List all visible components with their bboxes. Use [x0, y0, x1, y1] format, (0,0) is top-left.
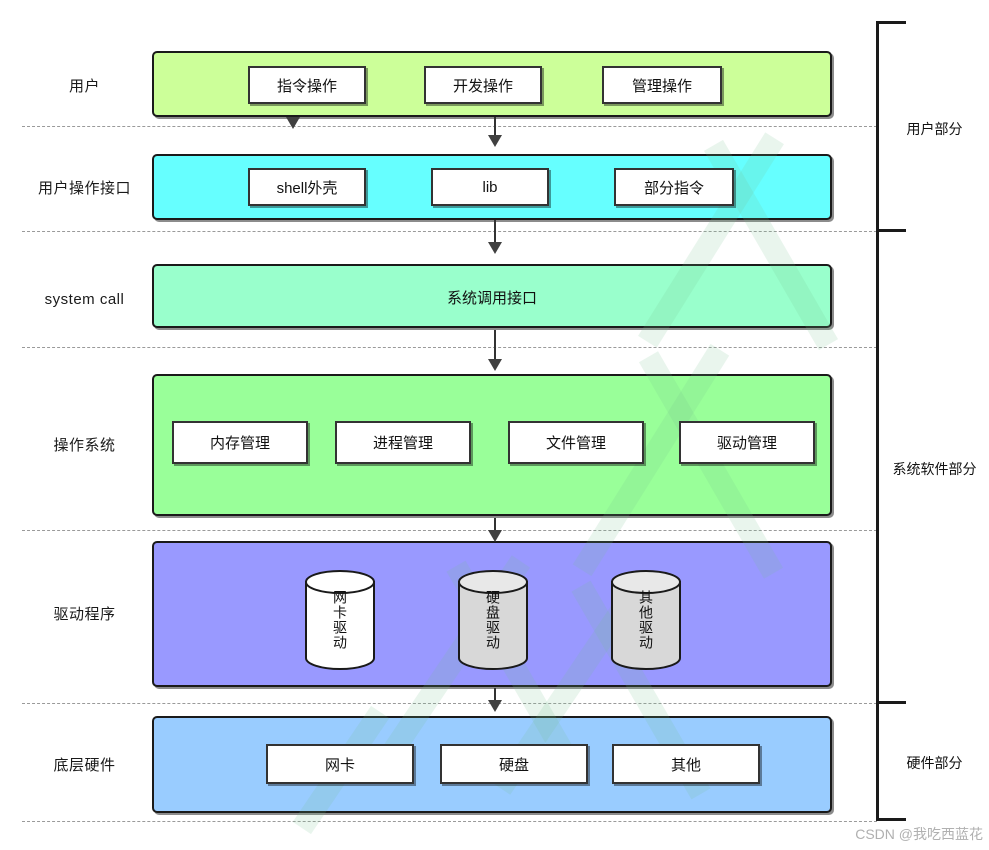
- node-hard-disk[interactable]: 硬盘: [440, 744, 588, 784]
- cylinder-network-card-driver[interactable]: 网卡驱动: [303, 568, 377, 672]
- cylinder-network-card-driver-shape: [305, 570, 375, 670]
- separator-bottom: [22, 821, 877, 822]
- cylinder-hard-disk-driver[interactable]: 硬盘驱动: [456, 568, 530, 672]
- arrow-syscall-to-os-head: [488, 359, 502, 371]
- arrow-interface-to-syscall-head: [488, 242, 502, 254]
- node-memory-management[interactable]: 内存管理: [172, 421, 308, 464]
- cylinder-hard-disk-driver-shape: [458, 570, 528, 670]
- separator-syscall-os: [22, 347, 877, 348]
- node-partial-instructions[interactable]: 部分指令: [614, 168, 734, 206]
- bracket-label-user-part: 用户部分: [906, 121, 963, 137]
- layer-label-user-interface: 用户操作接口: [37, 180, 131, 197]
- bracket-tick-system-hardware: [876, 701, 906, 704]
- separator-drivers-hardware: [22, 703, 877, 704]
- arrow-drivers-to-hardware-head: [488, 700, 502, 712]
- bracket-tick-bottom: [876, 818, 906, 821]
- arrow-interface-to-syscall-line: [494, 220, 496, 244]
- bracket-tick-top: [876, 21, 906, 24]
- band-title-system-call-interface: 系统调用接口: [446, 290, 537, 307]
- bracket-label-system-software-part: 系统软件部分: [892, 461, 977, 477]
- node-management-operation[interactable]: 管理操作: [602, 66, 722, 104]
- node-file-management[interactable]: 文件管理: [508, 421, 644, 464]
- node-instruction-operation[interactable]: 指令操作: [248, 66, 366, 104]
- node-other-hardware[interactable]: 其他: [612, 744, 760, 784]
- arrow-user-to-interface-short: [286, 117, 300, 129]
- node-shell[interactable]: shell外壳: [248, 168, 366, 206]
- arrow-user-to-interface-head: [488, 135, 502, 147]
- bracket-tick-user-system: [876, 229, 906, 232]
- cylinder-other-driver[interactable]: 其他驱动: [609, 568, 683, 672]
- csdn-watermark: CSDN @我吃西蓝花: [855, 826, 983, 842]
- layer-label-operating-system: 操作系统: [53, 437, 116, 454]
- arrow-os-to-drivers-head: [488, 530, 502, 542]
- separator-user-interface: [22, 126, 877, 127]
- layer-label-user: 用户: [68, 78, 100, 95]
- bracket-label-hardware-part: 硬件部分: [906, 755, 963, 771]
- node-development-operation[interactable]: 开发操作: [424, 66, 542, 104]
- diagram-canvas: 用户 指令操作 开发操作 管理操作 用户操作接口 shell外壳 lib 部分指…: [0, 0, 989, 850]
- cylinder-other-driver-shape: [611, 570, 681, 670]
- layer-label-drivers: 驱动程序: [53, 606, 116, 623]
- node-lib[interactable]: lib: [431, 168, 549, 206]
- separator-os-drivers: [22, 530, 877, 531]
- node-driver-management[interactable]: 驱动管理: [679, 421, 815, 464]
- layer-label-hardware: 底层硬件: [53, 757, 116, 774]
- node-process-management[interactable]: 进程管理: [335, 421, 471, 464]
- separator-interface-syscall: [22, 231, 877, 232]
- node-network-card[interactable]: 网卡: [266, 744, 414, 784]
- layer-label-system-call: system call: [44, 291, 125, 308]
